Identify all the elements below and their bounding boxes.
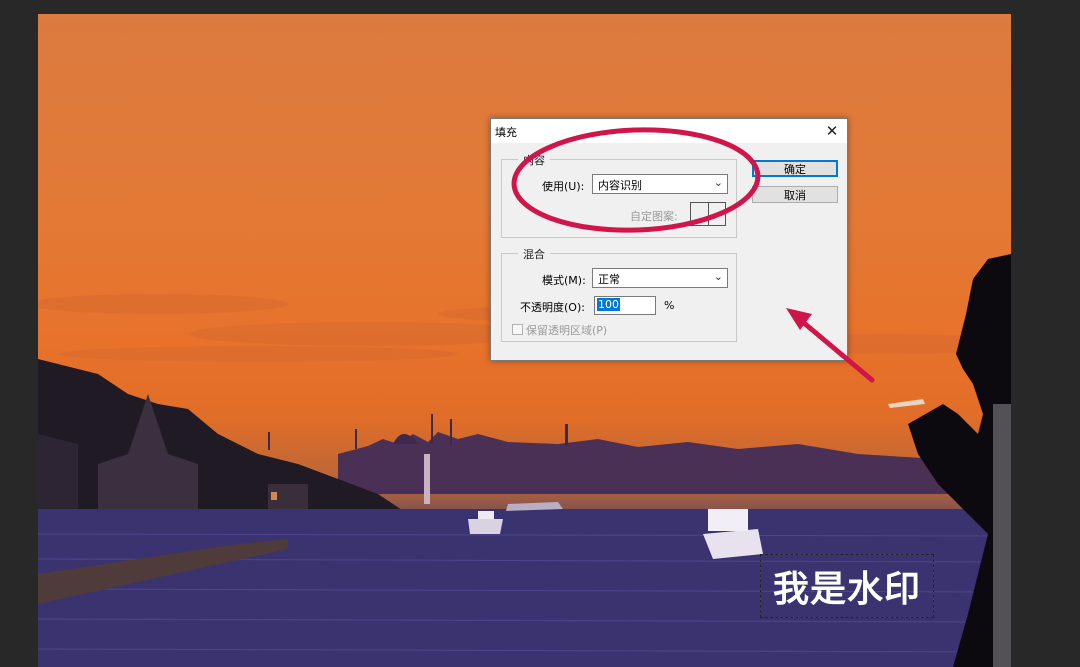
close-icon[interactable]: ✕	[817, 119, 847, 143]
mode-dropdown[interactable]: 正常 ⌄	[592, 268, 728, 288]
content-group-legend: 内容	[518, 152, 550, 168]
mode-dropdown-value: 正常	[598, 273, 620, 286]
dialog-titlebar[interactable]: 填充 ✕	[491, 119, 847, 143]
chevron-down-icon: ⌄	[713, 176, 723, 189]
blend-group: 混合 模式(M): 正常 ⌄ 不透明度(O): 100 % 保留透明区域(P)	[501, 246, 737, 342]
ok-button[interactable]: 确定	[752, 160, 838, 177]
content-group: 内容 使用(U): 内容识别 ⌄ 自定图案:	[501, 152, 737, 238]
chevron-down-icon: ⌄	[713, 270, 723, 283]
preserve-transparency-checkbox[interactable]	[512, 324, 523, 335]
custom-pattern-swatch[interactable]	[690, 202, 726, 226]
fill-dialog: 填充 ✕ 内容 使用(U): 内容识别 ⌄ 自定图案: 混合 模式(M): 正常…	[490, 118, 848, 361]
opacity-value: 100	[597, 298, 620, 311]
opacity-unit: %	[664, 299, 675, 312]
opacity-label: 不透明度(O):	[520, 301, 585, 314]
use-dropdown-value: 内容识别	[598, 179, 642, 192]
blend-group-legend: 混合	[518, 246, 550, 262]
preserve-transparency-label: 保留透明区域(P)	[526, 324, 608, 337]
watermark-text-selection[interactable]: 我是水印	[760, 554, 934, 618]
opacity-input[interactable]: 100	[594, 296, 656, 315]
cancel-button[interactable]: 取消	[752, 186, 838, 203]
use-label: 使用(U):	[542, 180, 585, 193]
use-dropdown[interactable]: 内容识别 ⌄	[592, 174, 728, 194]
mode-label: 模式(M):	[542, 274, 586, 287]
custom-pattern-label: 自定图案:	[630, 210, 678, 223]
dialog-title: 填充	[495, 126, 517, 139]
